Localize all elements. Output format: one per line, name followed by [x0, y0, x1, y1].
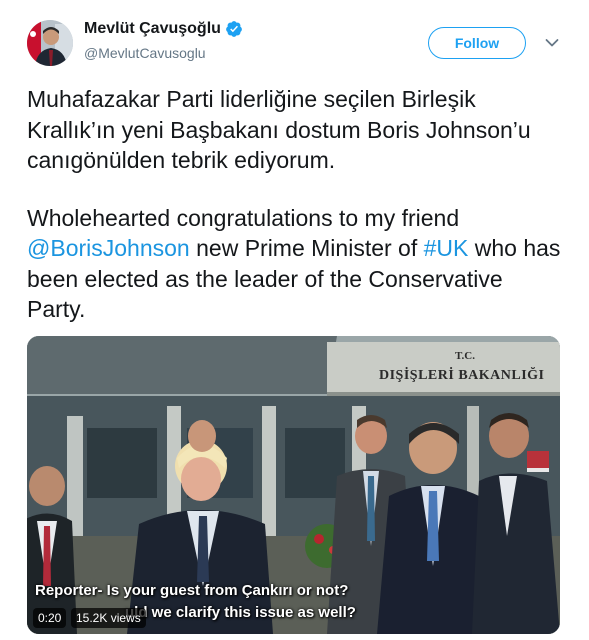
video-duration-badge: 0:20: [33, 608, 67, 628]
tweet-text-english: Wholehearted congratulations to my frien…: [27, 203, 567, 325]
hashtag-link[interactable]: #UK: [424, 235, 469, 261]
mention-link[interactable]: @BorisJohnson: [27, 235, 190, 261]
text-segment: Wholehearted congratulations to my frien…: [27, 204, 460, 231]
chevron-down-icon[interactable]: [545, 38, 559, 48]
video-subtitle-line2: uld we clarify this issue as well?: [125, 604, 356, 621]
avatar[interactable]: [27, 20, 73, 66]
video-subtitle-line1: Reporter- Is your guest from Çankırı or …: [35, 582, 349, 599]
video-sign-text: DIŞİŞLERİ BAKANLIĞI: [379, 368, 545, 383]
video-player[interactable]: T.C. DIŞİŞLERİ BAKANLIĞI Reporter- Is yo…: [27, 336, 560, 634]
video-sign-small: T.C.: [455, 350, 475, 362]
follow-button[interactable]: Follow: [428, 27, 526, 59]
video-views-badge: 15.2K views: [71, 608, 146, 628]
display-name[interactable]: Mevlüt Çavuşoğlu: [84, 20, 221, 38]
tweet-text: Muhafazakar Parti liderliğine seçilen Bi…: [27, 84, 567, 325]
text-segment: new Prime Minister of: [189, 235, 424, 261]
name-row: Mevlüt Çavuşoğlu: [84, 20, 243, 38]
handle[interactable]: @MevlutCavusoglu: [84, 45, 206, 61]
tweet-card: Mevlüt Çavuşoğlu @MevlutCavusoglu Follow…: [0, 0, 589, 640]
avatar-image: [27, 20, 73, 66]
verified-badge-icon: [226, 21, 242, 37]
tweet-text-turkish: Muhafazakar Parti liderliğine seçilen Bi…: [27, 86, 531, 173]
